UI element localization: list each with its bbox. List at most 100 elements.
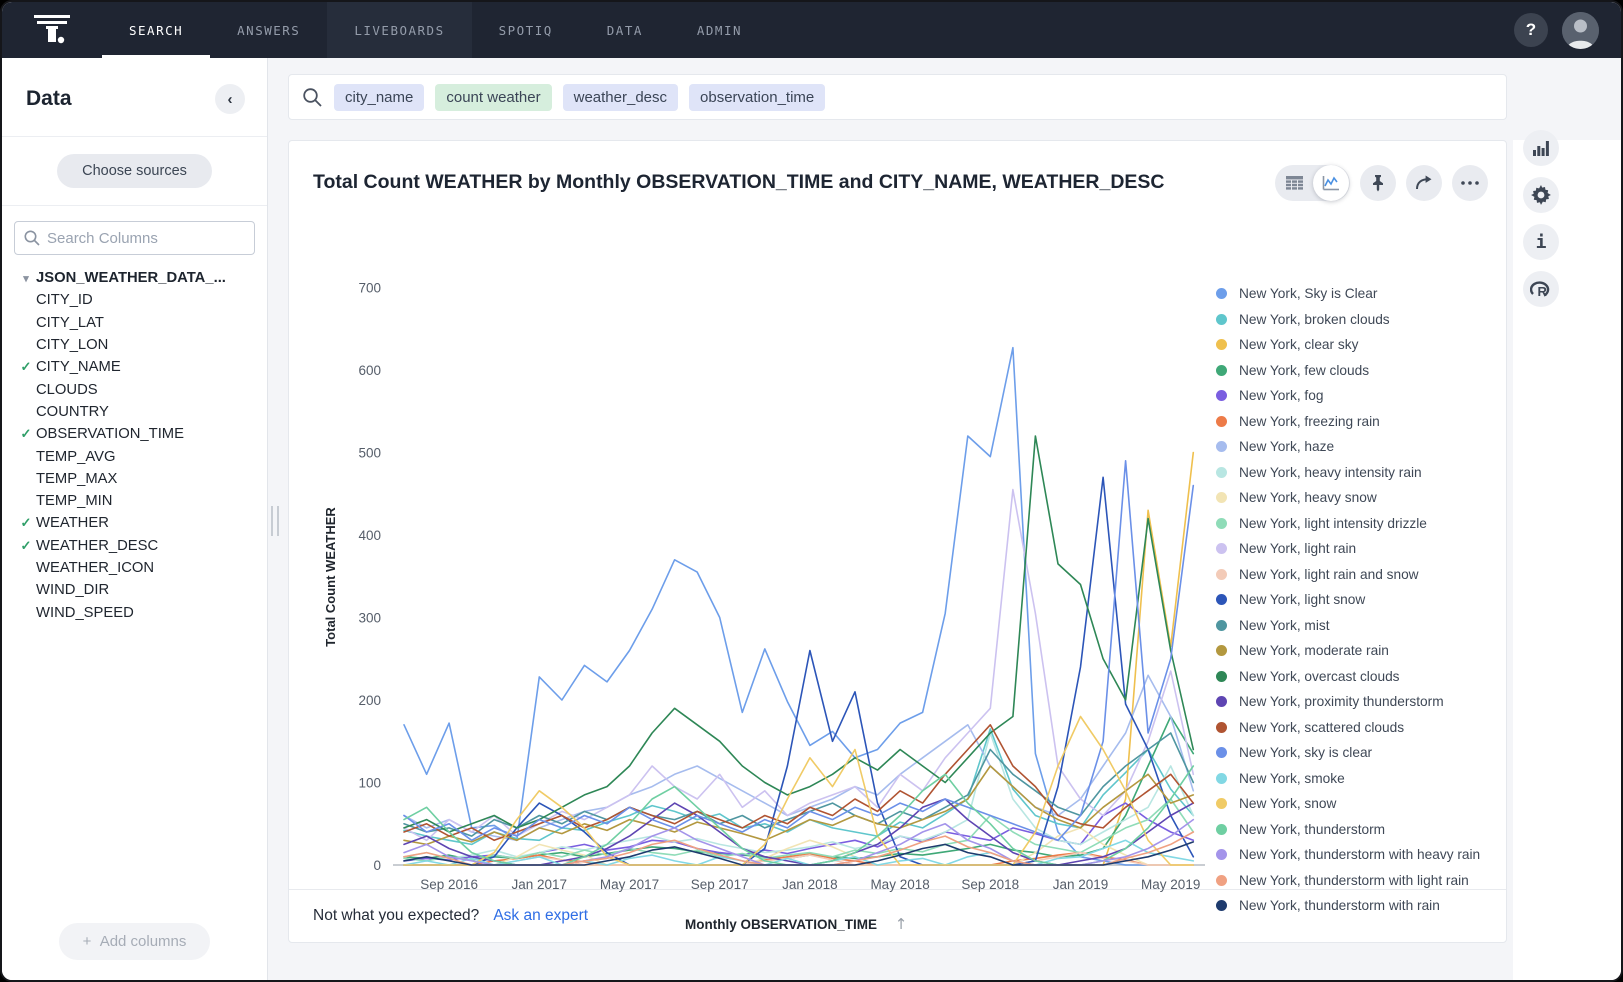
svg-text:Monthly OBSERVATION_TIME: Monthly OBSERVATION_TIME <box>685 917 877 932</box>
legend-label: New York, light rain and snow <box>1239 567 1419 582</box>
legend-dot <box>1216 747 1227 758</box>
chart-view-button[interactable] <box>1313 165 1349 201</box>
legend-label: New York, broken clouds <box>1239 312 1390 327</box>
view-toggle <box>1275 165 1350 201</box>
svg-text:0: 0 <box>373 858 381 873</box>
legend-item[interactable]: New York, Sky is Clear <box>1216 281 1484 307</box>
legend-item[interactable]: New York, clear sky <box>1216 332 1484 358</box>
collapse-panel-button[interactable]: ‹ <box>215 84 245 114</box>
column-item-city_lon[interactable]: CITY_LON <box>16 334 261 356</box>
search-token-count-weather[interactable]: count weather <box>435 84 551 111</box>
legend-item[interactable]: New York, moderate rain <box>1216 638 1484 664</box>
column-item-wind_dir[interactable]: WIND_DIR <box>16 579 261 601</box>
top-nav: SEARCH ANSWERS LIVEBOARDS SPOTIQ DATA AD… <box>2 2 1621 58</box>
nav-item-admin[interactable]: ADMIN <box>670 2 769 58</box>
svg-text:Sep 2016: Sep 2016 <box>420 877 478 892</box>
app-body: Data ‹ Choose sources ▾JSON_WEATHER_DATA… <box>2 58 1621 982</box>
legend-item[interactable]: New York, proximity thunderstorm <box>1216 689 1484 715</box>
nav-item-liveboards[interactable]: LIVEBOARDS <box>327 2 471 58</box>
column-item-temp_min[interactable]: TEMP_MIN <box>16 490 261 512</box>
r-analysis-button[interactable]: R <box>1523 271 1559 307</box>
column-item-weather_desc[interactable]: ✓WEATHER_DESC <box>16 535 261 557</box>
legend-label: New York, haze <box>1239 439 1334 454</box>
thoughtspot-logo[interactable] <box>2 2 102 58</box>
legend-item[interactable]: New York, sky is clear <box>1216 740 1484 766</box>
column-item-city_name[interactable]: ✓CITY_NAME <box>16 356 261 378</box>
table-view-button[interactable] <box>1276 165 1313 201</box>
legend-item[interactable]: New York, fog <box>1216 383 1484 409</box>
legend-dot <box>1216 824 1227 835</box>
add-columns-button[interactable]: + Add columns <box>59 923 211 960</box>
legend-item[interactable]: New York, snow <box>1216 791 1484 817</box>
legend-item[interactable]: New York, light snow <box>1216 587 1484 613</box>
legend-dot <box>1216 569 1227 580</box>
column-item-clouds[interactable]: CLOUDS <box>16 378 261 400</box>
legend-item[interactable]: New York, freezing rain <box>1216 409 1484 435</box>
nav-item-answers[interactable]: ANSWERS <box>210 2 327 58</box>
search-token-weather-desc[interactable]: weather_desc <box>563 84 678 111</box>
legend-item[interactable]: New York, thunderstorm with heavy rain <box>1216 842 1484 868</box>
legend-label: New York, mist <box>1239 618 1330 633</box>
settings-button[interactable] <box>1523 177 1559 213</box>
legend-item[interactable]: New York, scattered clouds <box>1216 715 1484 741</box>
legend-item[interactable]: New York, mist <box>1216 613 1484 639</box>
line-chart[interactable]: 0100200300400500600700Sep 2016Jan 2017Ma… <box>289 259 1229 949</box>
legend-item[interactable]: New York, haze <box>1216 434 1484 460</box>
legend-dot <box>1216 543 1227 554</box>
search-bar[interactable]: city_name count weather weather_desc obs… <box>288 74 1507 120</box>
column-item-weather_icon[interactable]: WEATHER_ICON <box>16 557 261 579</box>
svg-text:500: 500 <box>358 446 381 461</box>
column-item-weather[interactable]: ✓WEATHER <box>16 512 261 534</box>
column-item-observation_time[interactable]: ✓OBSERVATION_TIME <box>16 423 261 445</box>
bar-chart-icon <box>1533 141 1549 156</box>
column-item-country[interactable]: COUNTRY <box>16 401 261 423</box>
user-avatar[interactable] <box>1562 12 1599 49</box>
legend-item[interactable]: New York, overcast clouds <box>1216 664 1484 690</box>
search-token-observation-time[interactable]: observation_time <box>689 84 825 111</box>
nav-item-spotiq[interactable]: SPOTIQ <box>472 2 580 58</box>
legend-item[interactable]: New York, light rain <box>1216 536 1484 562</box>
search-icon <box>23 229 41 247</box>
legend-item[interactable]: New York, broken clouds <box>1216 307 1484 333</box>
search-columns-input[interactable] <box>14 221 255 255</box>
share-button[interactable] <box>1406 165 1442 201</box>
column-item-city_id[interactable]: CITY_ID <box>16 289 261 311</box>
svg-text:Jan 2019: Jan 2019 <box>1053 877 1109 892</box>
legend-item[interactable]: New York, smoke <box>1216 766 1484 792</box>
column-item-temp_avg[interactable]: TEMP_AVG <box>16 445 261 467</box>
help-icon[interactable]: ? <box>1514 13 1548 47</box>
legend-item[interactable]: New York, thunderstorm <box>1216 817 1484 843</box>
svg-text:↑: ↑ <box>895 915 908 933</box>
search-icon <box>302 87 323 108</box>
line-chart-icon <box>1322 175 1340 191</box>
search-token-city-name[interactable]: city_name <box>334 84 424 111</box>
nav-item-data[interactable]: DATA <box>580 2 670 58</box>
pin-button[interactable] <box>1360 165 1396 201</box>
right-rail: i R <box>1523 130 1559 307</box>
panel-resize-handle[interactable] <box>271 506 279 536</box>
legend-item[interactable]: New York, light intensity drizzle <box>1216 511 1484 537</box>
chart-config-button[interactable] <box>1523 130 1559 166</box>
column-item-wind_speed[interactable]: WIND_SPEED <box>16 601 261 623</box>
nav-item-search[interactable]: SEARCH <box>102 2 210 58</box>
legend-dot <box>1216 339 1227 350</box>
legend-dot <box>1216 875 1227 886</box>
info-button[interactable]: i <box>1523 224 1559 260</box>
check-icon: ✓ <box>16 538 36 554</box>
more-options-button[interactable] <box>1452 165 1488 201</box>
column-item-city_lat[interactable]: CITY_LAT <box>16 312 261 334</box>
legend-item[interactable]: New York, heavy snow <box>1216 485 1484 511</box>
legend-item[interactable]: New York, few clouds <box>1216 358 1484 384</box>
chevron-down-icon: ▾ <box>16 272 36 285</box>
legend-item[interactable]: New York, heavy intensity rain <box>1216 460 1484 486</box>
r-logo-icon: R <box>1530 279 1552 299</box>
column-item-temp_max[interactable]: TEMP_MAX <box>16 468 261 490</box>
gear-icon <box>1531 185 1551 205</box>
legend-item[interactable]: New York, thunderstorm with rain <box>1216 893 1484 919</box>
legend-label: New York, thunderstorm with light rain <box>1239 873 1469 888</box>
choose-sources-button[interactable]: Choose sources <box>57 154 212 188</box>
legend-item[interactable]: New York, light rain and snow <box>1216 562 1484 588</box>
legend-label: New York, light snow <box>1239 592 1365 607</box>
table-name-row[interactable]: ▾JSON_WEATHER_DATA_... <box>16 267 261 289</box>
legend-item[interactable]: New York, thunderstorm with light rain <box>1216 868 1484 894</box>
